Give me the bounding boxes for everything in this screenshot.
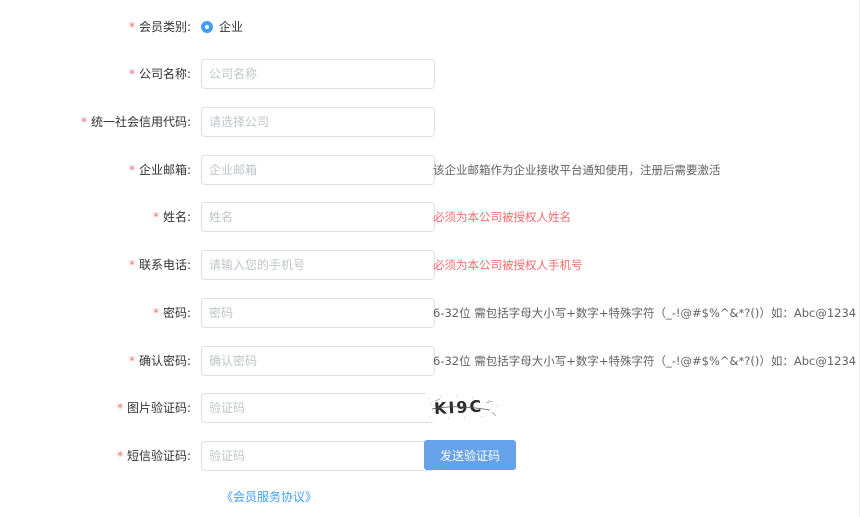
phone-row: * 联系电话: 必须为本公司被授权人手机号 bbox=[0, 249, 860, 281]
company-email-label-text: 企业邮箱: bbox=[138, 163, 191, 177]
password-label: * 密码: bbox=[153, 297, 191, 329]
name-input[interactable] bbox=[201, 202, 435, 232]
sms-code-label-text: 短信验证码: bbox=[126, 449, 191, 463]
credit-code-label: * 统一社会信用代码: bbox=[81, 106, 191, 138]
required-mark: * bbox=[129, 163, 136, 177]
image-captcha-label: * 图片验证码: bbox=[117, 392, 191, 424]
image-captcha-row: * 图片验证码: KI9C bbox=[0, 392, 860, 424]
sms-code-row: * 短信验证码: 发送验证码 bbox=[0, 440, 860, 472]
company-email-row: * 企业邮箱: 该企业邮箱作为企业接收平台通知使用，注册后需要激活 bbox=[0, 154, 860, 186]
password-label-text: 密码: bbox=[162, 306, 191, 320]
credit-code-row: * 统一社会信用代码: bbox=[0, 106, 860, 138]
required-mark: * bbox=[129, 67, 136, 81]
company-name-label: * 公司名称: bbox=[129, 58, 191, 90]
password-row: * 密码: 6-32位 需包括字母大小写+数字+特殊字符（_-!@#$%^&*?… bbox=[0, 297, 860, 329]
name-label-text: 姓名: bbox=[162, 210, 191, 224]
confirm-password-row: * 确认密码: 6-32位 需包括字母大小写+数字+特殊字符（_-!@#$%^&… bbox=[0, 345, 860, 377]
name-label: * 姓名: bbox=[153, 201, 191, 233]
member-type-option-label[interactable]: 企业 bbox=[219, 20, 243, 34]
company-name-label-text: 公司名称: bbox=[138, 67, 191, 81]
image-captcha-input[interactable] bbox=[201, 393, 435, 423]
required-mark: * bbox=[117, 449, 124, 463]
member-agreement-link[interactable]: 《会员服务协议》 bbox=[221, 488, 317, 505]
phone-label-text: 联系电话: bbox=[138, 258, 191, 272]
sms-code-input[interactable] bbox=[201, 441, 435, 471]
company-name-input[interactable] bbox=[201, 59, 435, 89]
name-row: * 姓名: 必须为本公司被授权人姓名 bbox=[0, 201, 860, 233]
credit-code-label-text: 统一社会信用代码: bbox=[90, 115, 191, 129]
company-email-label: * 企业邮箱: bbox=[129, 154, 191, 186]
required-mark: * bbox=[129, 354, 136, 368]
confirm-password-hint: 6-32位 需包括字母大小写+数字+特殊字符（_-!@#$%^&*?()）如：A… bbox=[433, 354, 857, 368]
confirm-password-input[interactable] bbox=[201, 346, 435, 376]
phone-label: * 联系电话: bbox=[129, 249, 191, 281]
radio-checked-icon[interactable] bbox=[201, 21, 213, 33]
image-captcha-label-text: 图片验证码: bbox=[126, 401, 191, 415]
member-type-label-text: 会员类别: bbox=[138, 20, 191, 34]
confirm-password-label-text: 确认密码: bbox=[138, 354, 191, 368]
send-code-button[interactable]: 发送验证码 bbox=[424, 440, 516, 470]
member-type-radio-enterprise[interactable]: 企业 bbox=[201, 20, 243, 34]
member-type-row: * 会员类别: 企业 bbox=[0, 11, 860, 43]
company-email-hint: 该企业邮箱作为企业接收平台通知使用，注册后需要激活 bbox=[433, 163, 721, 177]
password-hint: 6-32位 需包括字母大小写+数字+特殊字符（_-!@#$%^&*?()）如：A… bbox=[433, 306, 857, 320]
required-mark: * bbox=[81, 115, 88, 129]
company-email-input[interactable] bbox=[201, 155, 435, 185]
phone-input[interactable] bbox=[201, 250, 435, 280]
captcha-image[interactable]: KI9C bbox=[426, 392, 500, 422]
company-name-row: * 公司名称: bbox=[0, 58, 860, 90]
required-mark: * bbox=[153, 306, 160, 320]
phone-hint: 必须为本公司被授权人手机号 bbox=[433, 258, 583, 272]
required-mark: * bbox=[129, 258, 136, 272]
credit-code-input[interactable] bbox=[201, 107, 435, 137]
required-mark: * bbox=[129, 20, 136, 34]
confirm-password-label: * 确认密码: bbox=[129, 345, 191, 377]
name-hint: 必须为本公司被授权人姓名 bbox=[433, 210, 571, 224]
required-mark: * bbox=[153, 210, 160, 224]
password-input[interactable] bbox=[201, 298, 435, 328]
required-mark: * bbox=[117, 401, 124, 415]
member-type-label: * 会员类别: bbox=[129, 11, 191, 43]
sms-code-label: * 短信验证码: bbox=[117, 440, 191, 472]
